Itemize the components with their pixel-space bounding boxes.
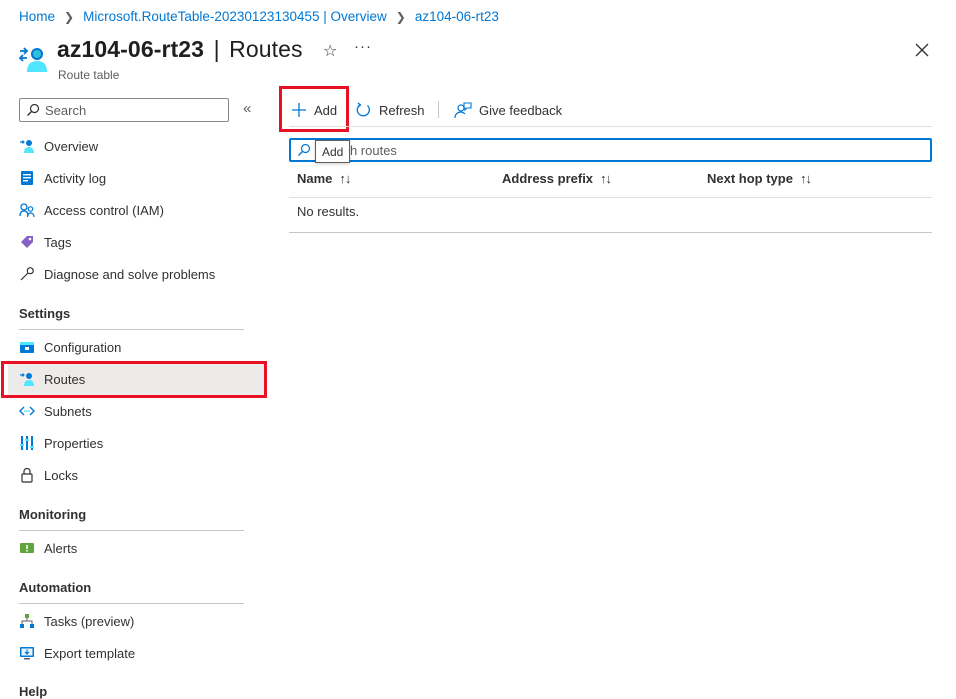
search-icon [27, 103, 40, 116]
divider [19, 329, 244, 330]
sort-icon: ↑↓ [600, 171, 612, 186]
activity-log-icon [19, 170, 35, 186]
divider [289, 126, 932, 127]
lock-icon [19, 467, 35, 483]
collapse-sidebar-icon[interactable]: « [243, 100, 251, 117]
sidebar-search[interactable] [19, 98, 229, 122]
sidebar-item-routes[interactable]: Routes [8, 363, 264, 395]
section-automation: Automation [19, 580, 92, 595]
sidebar-item-access-control[interactable]: Access control (IAM) [8, 194, 264, 226]
divider [289, 197, 932, 198]
alerts-icon [19, 540, 35, 556]
wrench-icon [19, 266, 35, 282]
add-tooltip: Add [315, 140, 351, 163]
plus-icon [291, 102, 307, 118]
close-icon[interactable] [912, 40, 932, 60]
sidebar-item-subnets[interactable]: Subnets [8, 395, 264, 427]
chevron-right-icon: ❯ [395, 9, 406, 24]
feedback-icon [454, 101, 472, 119]
filter-routes-field[interactable] [289, 138, 932, 162]
sidebar-item-locks[interactable]: Locks [8, 459, 264, 491]
resource-type: Route table [58, 68, 120, 82]
tag-icon [19, 234, 35, 250]
section-help: Help [19, 684, 48, 699]
give-feedback-button[interactable]: Give feedback [454, 98, 562, 122]
chevron-right-icon: ❯ [64, 9, 75, 24]
sidebar-item-activity-log[interactable]: Activity log [8, 162, 264, 194]
sidebar-item-alerts[interactable]: Alerts [8, 532, 264, 564]
breadcrumb: Home ❯ Microsoft.RouteTable-202301231304… [19, 9, 499, 24]
refresh-icon [355, 101, 372, 119]
more-options-icon[interactable]: ··· [354, 38, 372, 55]
subnets-icon [19, 403, 35, 419]
column-header-name[interactable]: Name ↑↓ [297, 171, 351, 186]
divider [19, 603, 244, 604]
resource-name: az104-06-rt23 [57, 36, 205, 62]
sidebar-item-properties[interactable]: Properties [8, 427, 264, 459]
sidebar-item-tasks[interactable]: Tasks (preview) [8, 605, 264, 637]
iam-icon [19, 202, 35, 218]
configuration-icon [19, 339, 35, 355]
section-monitoring: Monitoring [19, 507, 87, 522]
filter-routes-input[interactable] [316, 142, 876, 158]
add-button[interactable]: Add [291, 98, 337, 122]
sidebar-search-input[interactable] [45, 102, 215, 118]
empty-state-text: No results. [297, 204, 360, 219]
route-table-icon [18, 47, 47, 72]
export-template-icon [19, 645, 35, 661]
page-title: az104-06-rt23 | Routes [57, 36, 303, 62]
refresh-button[interactable]: Refresh [355, 98, 425, 122]
tasks-icon [19, 613, 35, 629]
breadcrumb-route-table[interactable]: az104-06-rt23 [415, 9, 499, 24]
sidebar-item-overview[interactable]: Overview [8, 130, 264, 162]
divider [19, 530, 244, 531]
search-icon [298, 143, 311, 156]
sidebar-item-export-template[interactable]: Export template [8, 637, 264, 669]
route-table-icon [19, 138, 35, 154]
properties-icon [19, 435, 35, 451]
routes-icon [19, 371, 35, 387]
sort-icon: ↑↓ [799, 171, 812, 186]
sort-icon: ↑↓ [339, 171, 351, 186]
divider [289, 232, 932, 233]
sidebar-item-diagnose[interactable]: Diagnose and solve problems [8, 258, 264, 290]
sidebar-item-tags[interactable]: Tags [8, 226, 264, 258]
breadcrumb-home[interactable]: Home [19, 9, 55, 24]
toolbar-divider [438, 101, 439, 118]
column-header-next-hop-type[interactable]: Next hop type ↑↓ [707, 171, 812, 186]
section-settings: Settings [19, 306, 71, 321]
sidebar-item-configuration[interactable]: Configuration [8, 331, 264, 363]
breadcrumb-overview[interactable]: Microsoft.RouteTable-20230123130455 | Ov… [83, 9, 387, 24]
page-name: Routes [229, 36, 303, 62]
favorite-star-icon[interactable]: ☆ [323, 41, 337, 61]
column-header-address-prefix[interactable]: Address prefix ↑↓ [502, 171, 612, 186]
